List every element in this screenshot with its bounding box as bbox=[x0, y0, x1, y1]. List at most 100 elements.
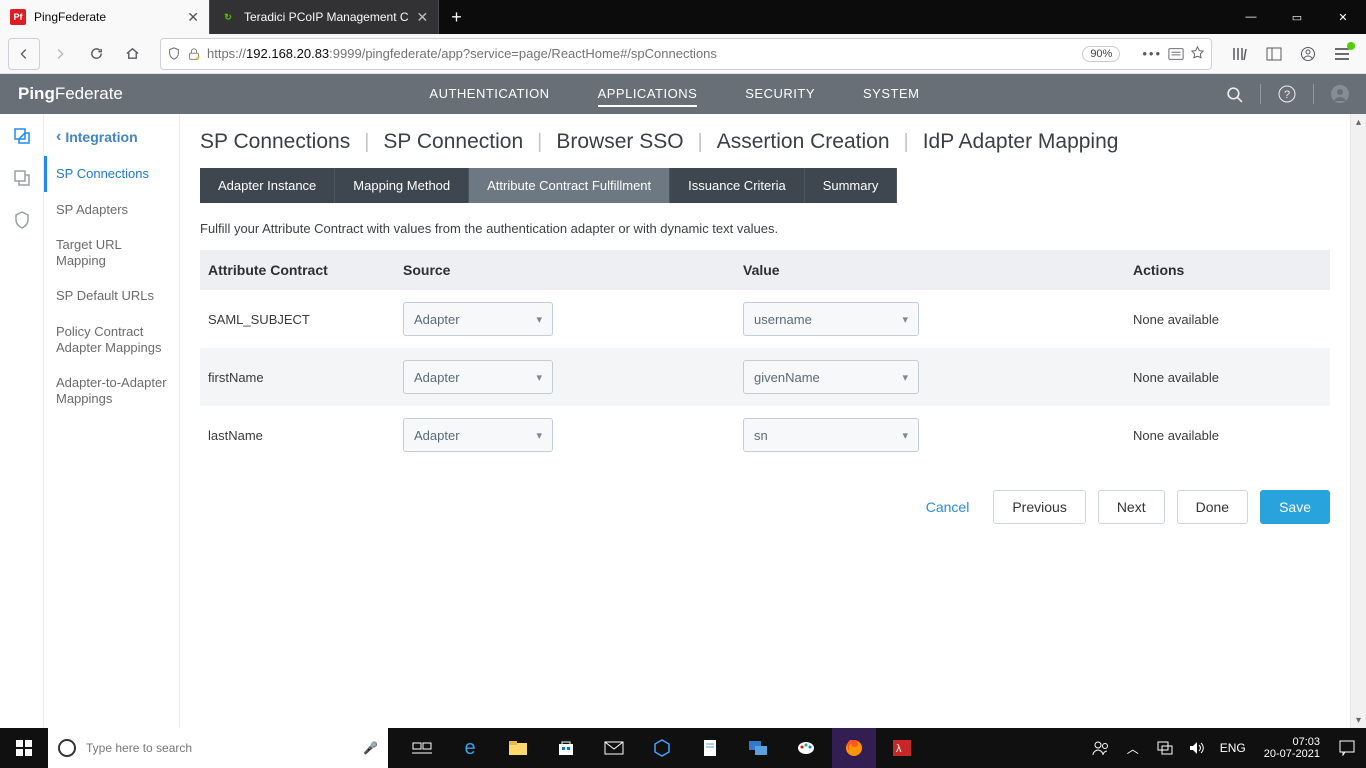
explorer-icon[interactable] bbox=[496, 728, 540, 768]
start-button[interactable] bbox=[0, 728, 48, 768]
task-view-icon[interactable] bbox=[400, 728, 444, 768]
value-select[interactable]: sn▾ bbox=[743, 418, 919, 452]
sidebar-item-target-url-mapping[interactable]: Target URL Mapping bbox=[44, 227, 179, 278]
sidebar-item-sp-default-urls[interactable]: SP Default URLs bbox=[44, 278, 179, 314]
cell-contract: firstName bbox=[208, 370, 403, 385]
chevron-down-icon: ▾ bbox=[536, 313, 542, 326]
window-close-icon[interactable]: ✕ bbox=[1320, 0, 1366, 34]
cancel-link[interactable]: Cancel bbox=[926, 499, 970, 515]
source-select[interactable]: Adapter▾ bbox=[403, 418, 553, 452]
mail-icon[interactable] bbox=[592, 728, 636, 768]
home-icon[interactable] bbox=[116, 38, 148, 70]
action-center-icon[interactable] bbox=[1334, 740, 1360, 756]
nav-authentication[interactable]: AUTHENTICATION bbox=[429, 82, 549, 107]
step-issuance-criteria[interactable]: Issuance Criteria bbox=[670, 168, 805, 203]
breadcrumb-item[interactable]: SP Connections bbox=[200, 130, 350, 154]
chevron-down-icon: ▾ bbox=[902, 313, 908, 326]
search-icon[interactable] bbox=[1224, 84, 1244, 104]
content-area: SP Connections| SP Connection| Browser S… bbox=[180, 114, 1350, 728]
back-icon[interactable] bbox=[8, 38, 40, 70]
breadcrumb-item[interactable]: SP Connection bbox=[383, 130, 523, 154]
scroll-up-icon[interactable]: ▴ bbox=[1351, 114, 1366, 130]
next-button[interactable]: Next bbox=[1098, 490, 1165, 524]
library-icon[interactable] bbox=[1224, 38, 1256, 70]
window-minimize-icon[interactable]: — bbox=[1228, 0, 1274, 34]
firefox-icon[interactable] bbox=[832, 728, 876, 768]
save-button[interactable]: Save bbox=[1260, 490, 1330, 524]
notification-dot bbox=[1347, 42, 1355, 50]
taskbar-tray: ︿ ENG 07:03 20-07-2021 bbox=[1088, 736, 1366, 760]
sidebar-heading[interactable]: Integration bbox=[44, 114, 179, 156]
vbox-icon[interactable] bbox=[640, 728, 684, 768]
previous-button[interactable]: Previous bbox=[993, 490, 1085, 524]
sidebar-item-sp-connections[interactable]: SP Connections bbox=[44, 156, 179, 192]
scroll-down-icon[interactable]: ▾ bbox=[1351, 712, 1366, 728]
cmder-icon[interactable]: λ bbox=[880, 728, 924, 768]
taskbar-search[interactable]: Type here to search 🎤 bbox=[48, 728, 388, 768]
rail-tokens-icon[interactable] bbox=[12, 210, 32, 230]
meatballs-icon[interactable]: ••• bbox=[1142, 46, 1162, 61]
chevron-down-icon: ▾ bbox=[536, 429, 542, 442]
tray-chevron-icon[interactable]: ︿ bbox=[1120, 740, 1146, 757]
paint-icon[interactable] bbox=[784, 728, 828, 768]
cell-contract: lastName bbox=[208, 428, 403, 443]
rail-oauth-icon[interactable] bbox=[12, 168, 32, 188]
bookmark-star-icon[interactable] bbox=[1190, 46, 1205, 61]
table-row: lastName Adapter▾ sn▾ None available bbox=[200, 406, 1330, 464]
sidebar-item-policy-contract-adapter-mappings[interactable]: Policy Contract Adapter Mappings bbox=[44, 314, 179, 365]
user-icon[interactable] bbox=[1330, 84, 1350, 104]
done-button[interactable]: Done bbox=[1177, 490, 1248, 524]
step-mapping-method[interactable]: Mapping Method bbox=[335, 168, 469, 203]
sidebar-icon[interactable] bbox=[1258, 38, 1290, 70]
tab-label: Teradici PCoIP Management C bbox=[244, 10, 409, 24]
page-description: Fulfill your Attribute Contract with val… bbox=[200, 221, 1330, 236]
step-adapter-instance[interactable]: Adapter Instance bbox=[200, 168, 335, 203]
step-attribute-contract-fulfillment[interactable]: Attribute Contract Fulfillment bbox=[469, 168, 670, 203]
rdp-icon[interactable] bbox=[736, 728, 780, 768]
notepad-icon[interactable] bbox=[688, 728, 732, 768]
value-select[interactable]: givenName▾ bbox=[743, 360, 919, 394]
nav-system[interactable]: SYSTEM bbox=[863, 82, 919, 107]
breadcrumb-item[interactable]: Browser SSO bbox=[556, 130, 683, 154]
mic-icon[interactable]: 🎤 bbox=[363, 741, 378, 755]
zoom-badge[interactable]: 90% bbox=[1082, 46, 1120, 62]
vertical-scrollbar[interactable]: ▴ ▾ bbox=[1350, 114, 1366, 728]
button-row: Cancel Previous Next Done Save bbox=[200, 490, 1330, 524]
new-tab-button[interactable]: + bbox=[439, 7, 474, 28]
taskbar-clock[interactable]: 07:03 20-07-2021 bbox=[1256, 736, 1328, 760]
menu-icon[interactable] bbox=[1326, 38, 1358, 70]
close-icon[interactable]: ✕ bbox=[417, 9, 429, 26]
window-maximize-icon[interactable]: ▭ bbox=[1274, 0, 1320, 34]
cell-actions: None available bbox=[1133, 370, 1322, 385]
store-icon[interactable] bbox=[544, 728, 588, 768]
browser-tab-pingfederate[interactable]: Pf PingFederate ✕ bbox=[0, 0, 210, 34]
reader-icon[interactable] bbox=[1168, 47, 1184, 61]
language-indicator[interactable]: ENG bbox=[1216, 741, 1250, 755]
windows-taskbar: Type here to search 🎤 e λ ︿ ENG 07:03 20… bbox=[0, 728, 1366, 768]
chevron-down-icon: ▾ bbox=[902, 371, 908, 384]
reload-icon[interactable] bbox=[80, 38, 112, 70]
help-icon[interactable]: ? bbox=[1277, 84, 1297, 104]
rail-integration-icon[interactable] bbox=[12, 126, 32, 146]
account-icon[interactable] bbox=[1292, 38, 1324, 70]
value-select[interactable]: username▾ bbox=[743, 302, 919, 336]
nav-applications[interactable]: APPLICATIONS bbox=[598, 82, 698, 107]
breadcrumb-item[interactable]: Assertion Creation bbox=[717, 130, 890, 154]
volume-icon[interactable] bbox=[1184, 741, 1210, 755]
network-icon[interactable] bbox=[1152, 741, 1178, 755]
cell-actions: None available bbox=[1133, 428, 1322, 443]
close-icon[interactable]: ✕ bbox=[187, 9, 199, 26]
step-summary[interactable]: Summary bbox=[805, 168, 898, 203]
people-icon[interactable] bbox=[1088, 740, 1114, 756]
url-bar[interactable]: https://192.168.20.83:9999/pingfederate/… bbox=[160, 38, 1212, 70]
icon-rail bbox=[0, 114, 44, 728]
browser-tab-teradici[interactable]: ↻ Teradici PCoIP Management C ✕ bbox=[210, 0, 439, 34]
nav-security[interactable]: SECURITY bbox=[745, 82, 815, 107]
sidebar-item-adapter-to-adapter-mappings[interactable]: Adapter-to-Adapter Mappings bbox=[44, 365, 179, 416]
edge-icon[interactable]: e bbox=[448, 728, 492, 768]
taskbar-pinned: e λ bbox=[400, 728, 924, 768]
source-select[interactable]: Adapter▾ bbox=[403, 360, 553, 394]
chevron-down-icon: ▾ bbox=[536, 371, 542, 384]
source-select[interactable]: Adapter▾ bbox=[403, 302, 553, 336]
sidebar-item-sp-adapters[interactable]: SP Adapters bbox=[44, 192, 179, 228]
